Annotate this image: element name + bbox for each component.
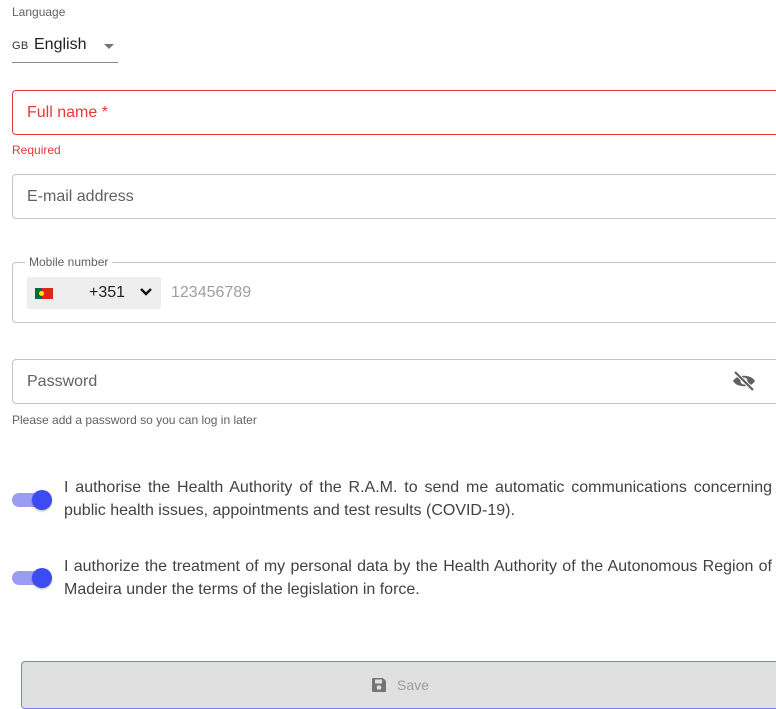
dial-code: +351 xyxy=(89,284,126,301)
communications-consent-toggle[interactable] xyxy=(12,488,52,512)
full-name-error: Required xyxy=(12,143,61,157)
data-treatment-consent-toggle[interactable] xyxy=(12,566,52,590)
save-button[interactable]: Save xyxy=(21,661,776,709)
mobile-number-label: Mobile number xyxy=(25,255,113,269)
password-helper: Please add a password so you can log in … xyxy=(12,413,257,427)
save-icon xyxy=(372,678,386,692)
language-value: English xyxy=(34,36,87,53)
password-field[interactable]: Password xyxy=(12,359,776,404)
email-field[interactable]: E-mail address xyxy=(12,174,776,219)
country-code-select[interactable]: +351 xyxy=(27,277,161,309)
language-select[interactable]: GB English xyxy=(12,34,118,63)
eye-off-icon[interactable] xyxy=(731,370,757,392)
save-label: Save xyxy=(397,677,429,693)
full-name-field[interactable]: Full name * xyxy=(12,90,776,135)
email-label: E-mail address xyxy=(27,188,134,205)
toggle-thumb xyxy=(32,490,52,510)
language-label: Language xyxy=(12,5,66,19)
password-label: Password xyxy=(27,373,98,390)
chevron-down-icon xyxy=(140,288,152,296)
full-name-label: Full name * xyxy=(27,104,108,121)
caret-down-icon xyxy=(104,44,114,49)
language-flag-code: GB xyxy=(12,40,29,52)
phone-number-input[interactable]: 123456789 xyxy=(171,284,251,302)
mobile-number-field: Mobile number +351 123456789 xyxy=(12,255,776,323)
communications-consent-text: I authorise the Health Authority of the … xyxy=(64,479,772,519)
toggle-thumb xyxy=(32,568,52,588)
portugal-flag-icon xyxy=(35,288,53,299)
data-treatment-consent-text: I authorize the treatment of my personal… xyxy=(64,558,772,598)
